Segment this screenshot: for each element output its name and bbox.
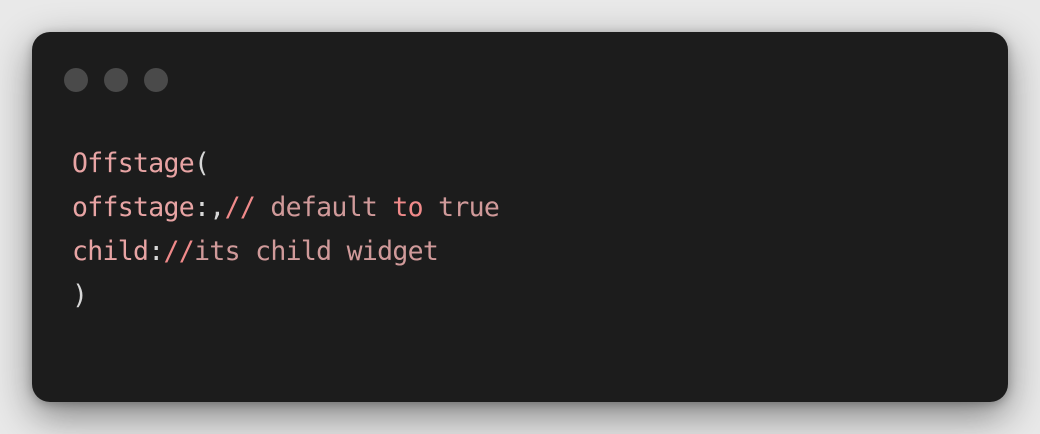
comment-slashes: // [224, 192, 256, 223]
code-block: Offstage(offstage:,// default to true chi… [72, 142, 500, 318]
code-line-2: offstage:,// default to true [72, 186, 500, 230]
window-controls [64, 68, 168, 92]
colon-comma: :, [194, 192, 225, 223]
comment-text: default [255, 192, 393, 223]
code-line-1: Offstage( [72, 142, 499, 186]
comment-text: true [422, 192, 500, 223]
code-snippet-window: Offstage(offstage:,// default to true chi… [32, 32, 1008, 402]
colon: : [148, 236, 164, 267]
minimize-dot-icon [104, 68, 128, 92]
open-paren: ( [194, 148, 210, 179]
comment-text: its child widget [194, 236, 439, 267]
close-paren: ) [72, 280, 88, 311]
maximize-dot-icon [144, 68, 168, 92]
code-line-3: child://its child widget [72, 230, 499, 274]
comment-slashes: // [163, 236, 195, 267]
widget-name: Offstage [72, 148, 195, 179]
child-property: child [72, 236, 149, 267]
comment-keyword: to [392, 192, 423, 223]
code-line-4: ) [72, 274, 499, 318]
close-dot-icon [64, 68, 88, 92]
offstage-property: offstage [72, 192, 195, 223]
